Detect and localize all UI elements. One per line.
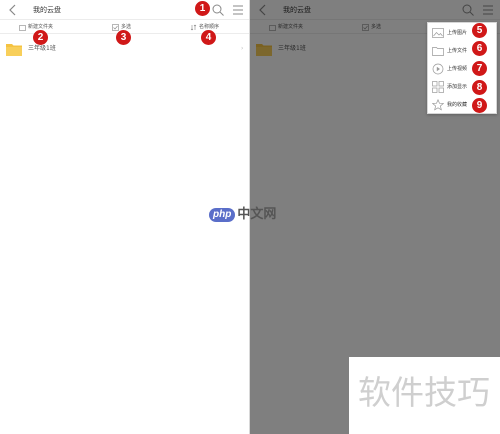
annotation-marker-5: 5 xyxy=(472,23,487,38)
menu-item-my-favorites[interactable]: 我的收藏 xyxy=(428,96,498,114)
multi-select-icon xyxy=(112,23,119,31)
watermark-logo-pill: php xyxy=(209,208,236,222)
menu-item-label: 我的收藏 xyxy=(447,102,468,108)
corner-watermark-text: 软件技巧 xyxy=(358,373,490,412)
center-watermark: php 中文网 xyxy=(209,206,276,224)
annotation-marker-6: 6 xyxy=(472,41,487,56)
annotation-marker-7: 7 xyxy=(472,61,487,76)
menu-item-upload-video[interactable]: 上传视频 xyxy=(428,60,498,78)
video-icon xyxy=(432,63,444,75)
menu-item-label: 上传图片 xyxy=(447,30,468,36)
file-folder-icon xyxy=(432,47,444,56)
header-bar: 我的云盘 xyxy=(0,0,249,20)
file-name: 三年级1班 xyxy=(28,45,56,52)
star-icon xyxy=(432,99,444,111)
back-arrow-icon[interactable] xyxy=(6,3,20,17)
search-icon[interactable] xyxy=(211,3,225,17)
annotation-marker-2: 2 xyxy=(33,30,48,45)
image-icon xyxy=(432,28,444,38)
annotation-marker-4: 4 xyxy=(201,30,216,45)
page-title: 我的云盘 xyxy=(33,6,61,14)
menu-item-upload-file[interactable]: 上传文件 xyxy=(428,42,498,60)
chevron-right-icon: › xyxy=(241,45,244,52)
menu-item-upload-image[interactable]: 上传图片 xyxy=(428,24,498,42)
watermark-logo-text: 中文网 xyxy=(237,207,277,222)
new-folder-icon xyxy=(19,24,26,31)
menu-item-label: 上传文件 xyxy=(447,48,468,54)
sort-icon xyxy=(190,24,197,30)
annotation-marker-9: 9 xyxy=(472,98,487,113)
annotation-marker-1: 1 xyxy=(195,1,210,16)
menu-item-add-display[interactable]: 添加显示 xyxy=(428,78,498,96)
menu-icon[interactable] xyxy=(231,3,245,17)
folder-icon xyxy=(6,44,22,56)
corner-watermark: 软件技巧 xyxy=(349,357,500,434)
annotation-marker-3: 3 xyxy=(116,30,131,45)
annotation-marker-8: 8 xyxy=(472,80,487,95)
grid-icon xyxy=(432,81,444,93)
menu-item-label: 添加显示 xyxy=(447,84,468,90)
menu-item-label: 上传视频 xyxy=(447,66,468,72)
